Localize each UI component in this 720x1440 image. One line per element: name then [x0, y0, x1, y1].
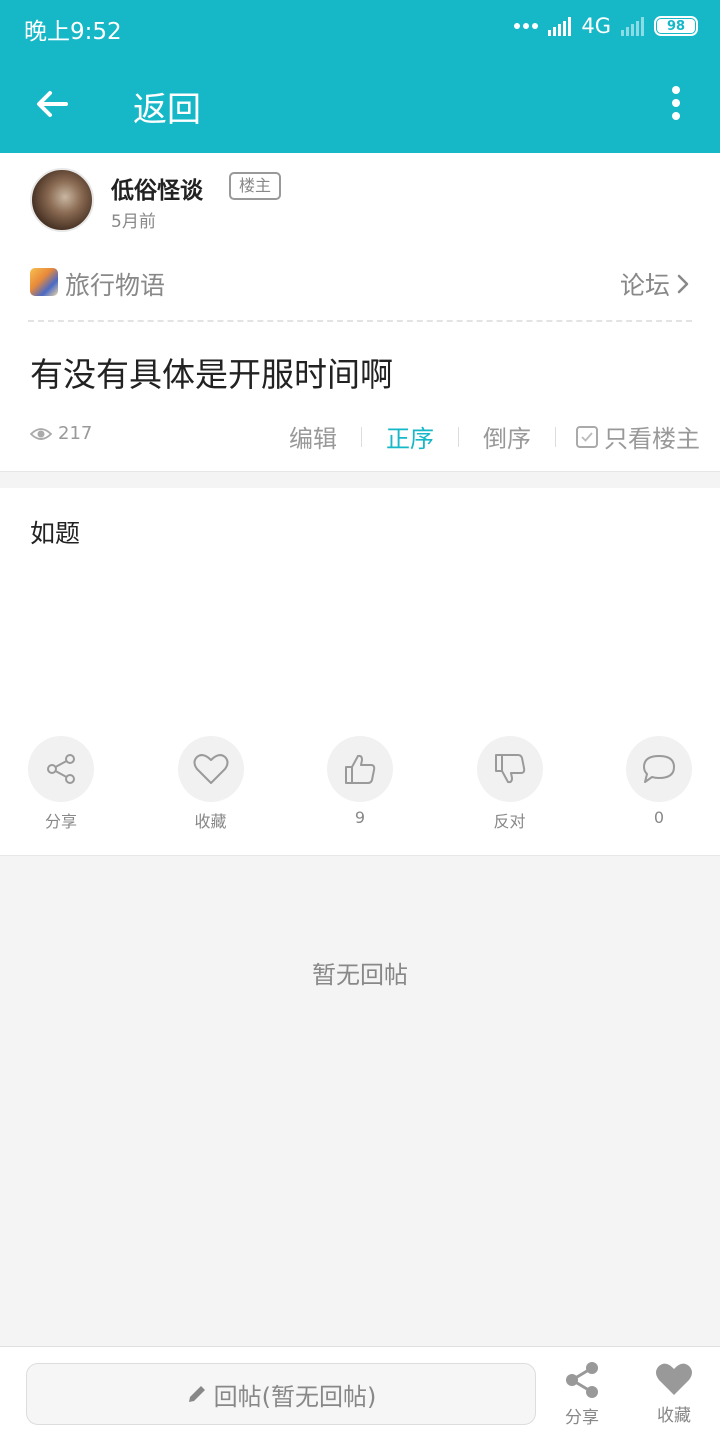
view-count-value: 217 [58, 423, 93, 444]
reply-input[interactable]: 回帖(暂无回帖) [26, 1363, 536, 1425]
comment-button[interactable] [626, 736, 692, 802]
dislike-button[interactable] [476, 736, 543, 802]
pencil-icon [188, 1386, 205, 1402]
owner-badge: 楼主 [229, 172, 282, 200]
comment-action[interactable]: 0 [626, 736, 692, 836]
battery-level: 98 [657, 19, 695, 34]
bottom-bar: 回帖(暂无回帖) 分享 收藏 [0, 1346, 720, 1440]
sort-asc-button[interactable]: 正序 [362, 419, 458, 454]
signal-icon [548, 16, 572, 36]
forum-game-icon [30, 268, 58, 296]
thumbs-up-icon [345, 754, 376, 784]
share-icon [47, 754, 75, 784]
more-dots-icon [514, 23, 539, 29]
author-name[interactable]: 低俗怪谈 [111, 171, 203, 205]
forum-name[interactable]: 旅行物语 [65, 266, 165, 302]
favorite-action[interactable]: 收藏 [177, 736, 244, 836]
heart-icon [193, 754, 228, 784]
dislike-action[interactable]: 反对 [476, 736, 543, 836]
bottom-favorite-label: 收藏 [657, 1406, 691, 1426]
heart-icon [656, 1363, 692, 1395]
empty-replies-text: 暂无回帖 [312, 961, 408, 989]
reply-placeholder: 回帖(暂无回帖) [213, 1382, 377, 1411]
thumbs-down-icon [494, 754, 525, 784]
comment-count: 0 [653, 808, 665, 827]
sort-options: 编辑 正序 倒序 只看楼主 [265, 419, 700, 454]
share-button[interactable] [28, 736, 94, 802]
post-body: 如题 分享 收藏 9 反对 0 [0, 488, 720, 856]
comment-icon [643, 755, 675, 783]
bottom-favorite-button[interactable]: 收藏 [644, 1361, 704, 1426]
eye-icon [30, 427, 52, 440]
divider [28, 320, 692, 322]
status-indicators: 4G 98 [514, 13, 698, 39]
signal-weak-icon [621, 16, 644, 36]
bottom-share-label: 分享 [565, 1408, 599, 1428]
bottom-share-button[interactable]: 分享 [552, 1361, 612, 1428]
post-title: 有没有具体是开服时间啊 [30, 355, 393, 394]
post-header: 低俗怪谈 楼主 5月前 旅行物语 论坛 有没有具体是开服时间啊 217 编辑 正… [0, 153, 720, 472]
only-owner-label: 只看楼主 [604, 425, 700, 453]
status-bar: 晚上9:52 4G 98 [0, 0, 720, 54]
like-action[interactable]: 9 [327, 736, 393, 836]
forum-row[interactable]: 旅行物语 论坛 [30, 263, 690, 303]
favorite-label: 收藏 [194, 812, 227, 831]
forum-link-label: 论坛 [619, 271, 670, 300]
more-vertical-icon[interactable] [670, 86, 682, 120]
post-actions: 分享 收藏 9 反对 0 [28, 736, 692, 836]
like-button[interactable] [327, 736, 393, 802]
share-icon [566, 1362, 598, 1398]
avatar[interactable] [30, 168, 94, 232]
post-content: 如题 [30, 519, 81, 548]
only-owner-toggle[interactable]: 只看楼主 [556, 419, 700, 454]
back-arrow-icon[interactable] [32, 84, 72, 124]
network-type: 4G [581, 14, 611, 38]
view-count: 217 [30, 423, 92, 444]
sort-desc-button[interactable]: 倒序 [459, 419, 555, 454]
post-time: 5月前 [111, 212, 156, 232]
dislike-label: 反对 [493, 812, 526, 831]
checkbox-icon[interactable] [576, 425, 598, 448]
status-time: 晚上9:52 [24, 19, 122, 45]
app-header: 晚上9:52 4G 98 返回 [0, 0, 720, 153]
like-count: 9 [354, 808, 366, 827]
forum-link[interactable]: 论坛 [620, 266, 690, 302]
page-title[interactable]: 返回 [133, 82, 201, 131]
edit-button[interactable]: 编辑 [265, 419, 361, 454]
chevron-right-icon [677, 274, 689, 294]
favorite-button[interactable] [177, 736, 244, 802]
battery-icon: 98 [654, 16, 698, 36]
share-label: 分享 [44, 812, 77, 831]
share-action[interactable]: 分享 [28, 736, 94, 836]
post-meta: 217 编辑 正序 倒序 只看楼主 [30, 419, 700, 455]
